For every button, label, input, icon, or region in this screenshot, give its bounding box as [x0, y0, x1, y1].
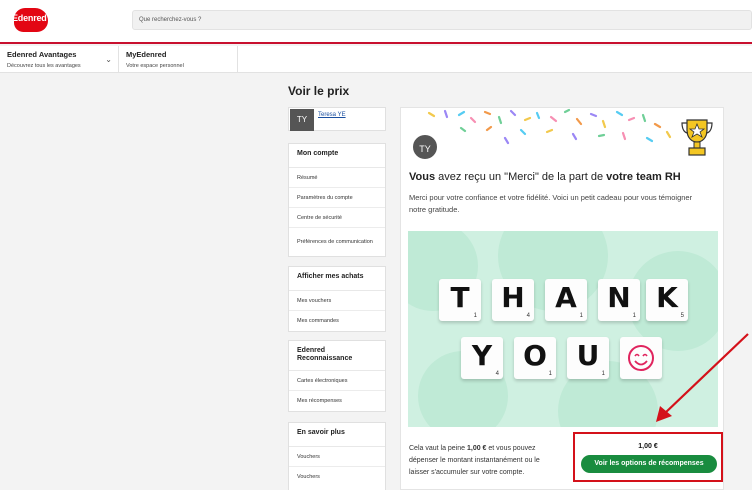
user-name-link[interactable]: Teresa YE	[318, 112, 346, 118]
menu-mon-compte: Mon compte Résumé Paramètres du compte C…	[288, 143, 386, 257]
nav-item-subtitle: Découvrez tous les avantages	[7, 63, 81, 69]
view-reward-options-button[interactable]: Voir les options de récompenses	[581, 455, 717, 473]
letter-tile: A1	[545, 279, 587, 321]
menu-reconnaissance: Edenred Reconnaissance Cartes électroniq…	[288, 340, 386, 412]
menu-item-securite[interactable]: Centre de sécurité	[289, 208, 385, 228]
nav-item-myedenred[interactable]: MyEdenred Votre espace personnel	[119, 46, 238, 73]
headline-bold-vous: Vous	[409, 171, 436, 183]
tile-letter: T	[450, 281, 470, 314]
letter-tile: T1	[439, 279, 481, 321]
tile-number: 4	[526, 313, 530, 319]
card-description: Merci pour votre confiance et votre fidé…	[409, 193, 693, 214]
menu-item-parametres[interactable]: Paramètres du compte	[289, 188, 385, 208]
edenred-logo[interactable]: Edenred	[12, 8, 48, 32]
menu-achats: Afficher mes achats Mes vouchers Mes com…	[288, 266, 386, 332]
annotation-arrow	[656, 333, 749, 422]
tile-letter: N	[607, 281, 631, 314]
value-amount: 1,00 €	[466, 445, 487, 452]
headline-text: avez reçu un "Merci" de la part de	[435, 171, 607, 183]
menu-item-preferences[interactable]: Préférences de communication	[289, 228, 385, 256]
value-text-pre: Cela vaut la peine	[409, 445, 467, 452]
menu-item-vouchers[interactable]: Vouchers	[289, 447, 385, 467]
value-description: Cela vaut la peine 1,00 € et vous pouvez…	[409, 443, 549, 479]
menu-heading: Edenred Reconnaissance	[289, 341, 385, 371]
tile-number: 4	[495, 371, 499, 377]
menu-en-savoir-plus: En savoir plus Vouchers Vouchers	[288, 422, 386, 490]
trophy-icon	[681, 119, 713, 156]
nav-item-title: Edenred Avantages	[7, 50, 77, 59]
menu-item-mes-commandes[interactable]: Mes commandes	[289, 311, 385, 331]
reward-price: 1,00 €	[638, 443, 658, 450]
menu-item-cartes[interactable]: Cartes électroniques	[289, 371, 385, 391]
menu-item-mes-vouchers[interactable]: Mes vouchers	[289, 291, 385, 311]
tile-letter: O	[523, 339, 547, 372]
search-input[interactable]: Que recherchez-vous ?	[132, 10, 752, 30]
chevron-down-icon[interactable]: ⌄	[105, 55, 112, 64]
avatar: TY	[290, 109, 314, 131]
top-header: Edenred Que recherchez-vous ?	[0, 0, 752, 44]
tile-number: 1	[548, 371, 552, 377]
menu-item-vouchers-2[interactable]: Vouchers	[289, 467, 385, 487]
user-card: TY Teresa YE	[288, 107, 386, 131]
nav-item-edenred-avantages[interactable]: Edenred Avantages Découvrez tous les ava…	[0, 46, 119, 73]
tile-number: 5	[680, 313, 684, 319]
headline-team: votre team RH	[606, 171, 681, 183]
letter-tile: U1	[567, 337, 609, 379]
nav-item-subtitle: Votre espace personnel	[126, 63, 184, 69]
nav-bar: Edenred Avantages Découvrez tous les ava…	[0, 46, 752, 73]
letter-tile: Y4	[461, 337, 503, 379]
sender-avatar: TY	[411, 133, 439, 161]
page-title: Voir le prix	[288, 84, 350, 98]
tile-letter: K	[656, 281, 678, 314]
letter-tile: H4	[492, 279, 534, 321]
menu-item-recompenses[interactable]: Mes récompenses	[289, 391, 385, 411]
card-headline: Vous avez reçu un "Merci" de la part de …	[409, 171, 681, 183]
tile-number: 1	[632, 313, 636, 319]
tile-number: 1	[601, 371, 605, 377]
menu-heading: Afficher mes achats	[289, 267, 385, 291]
letter-tile: K5	[646, 279, 688, 321]
letter-tile: N1	[598, 279, 640, 321]
nav-item-title: MyEdenred	[126, 50, 167, 59]
menu-heading: Mon compte	[289, 144, 385, 168]
menu-heading: En savoir plus	[289, 423, 385, 447]
tile-letter: A	[555, 281, 577, 314]
reward-box: 1,00 € Voir les options de récompenses	[573, 432, 723, 482]
tile-letter: H	[501, 281, 525, 314]
logo-text: Edenred	[12, 13, 47, 23]
tile-number: 1	[579, 313, 583, 319]
tile-letter: U	[576, 339, 600, 372]
tile-number: 1	[473, 313, 477, 319]
confetti-decoration	[427, 108, 672, 145]
letter-tile: O1	[514, 337, 556, 379]
menu-item-resume[interactable]: Résumé	[289, 168, 385, 188]
tile-letter: Y	[471, 339, 493, 372]
